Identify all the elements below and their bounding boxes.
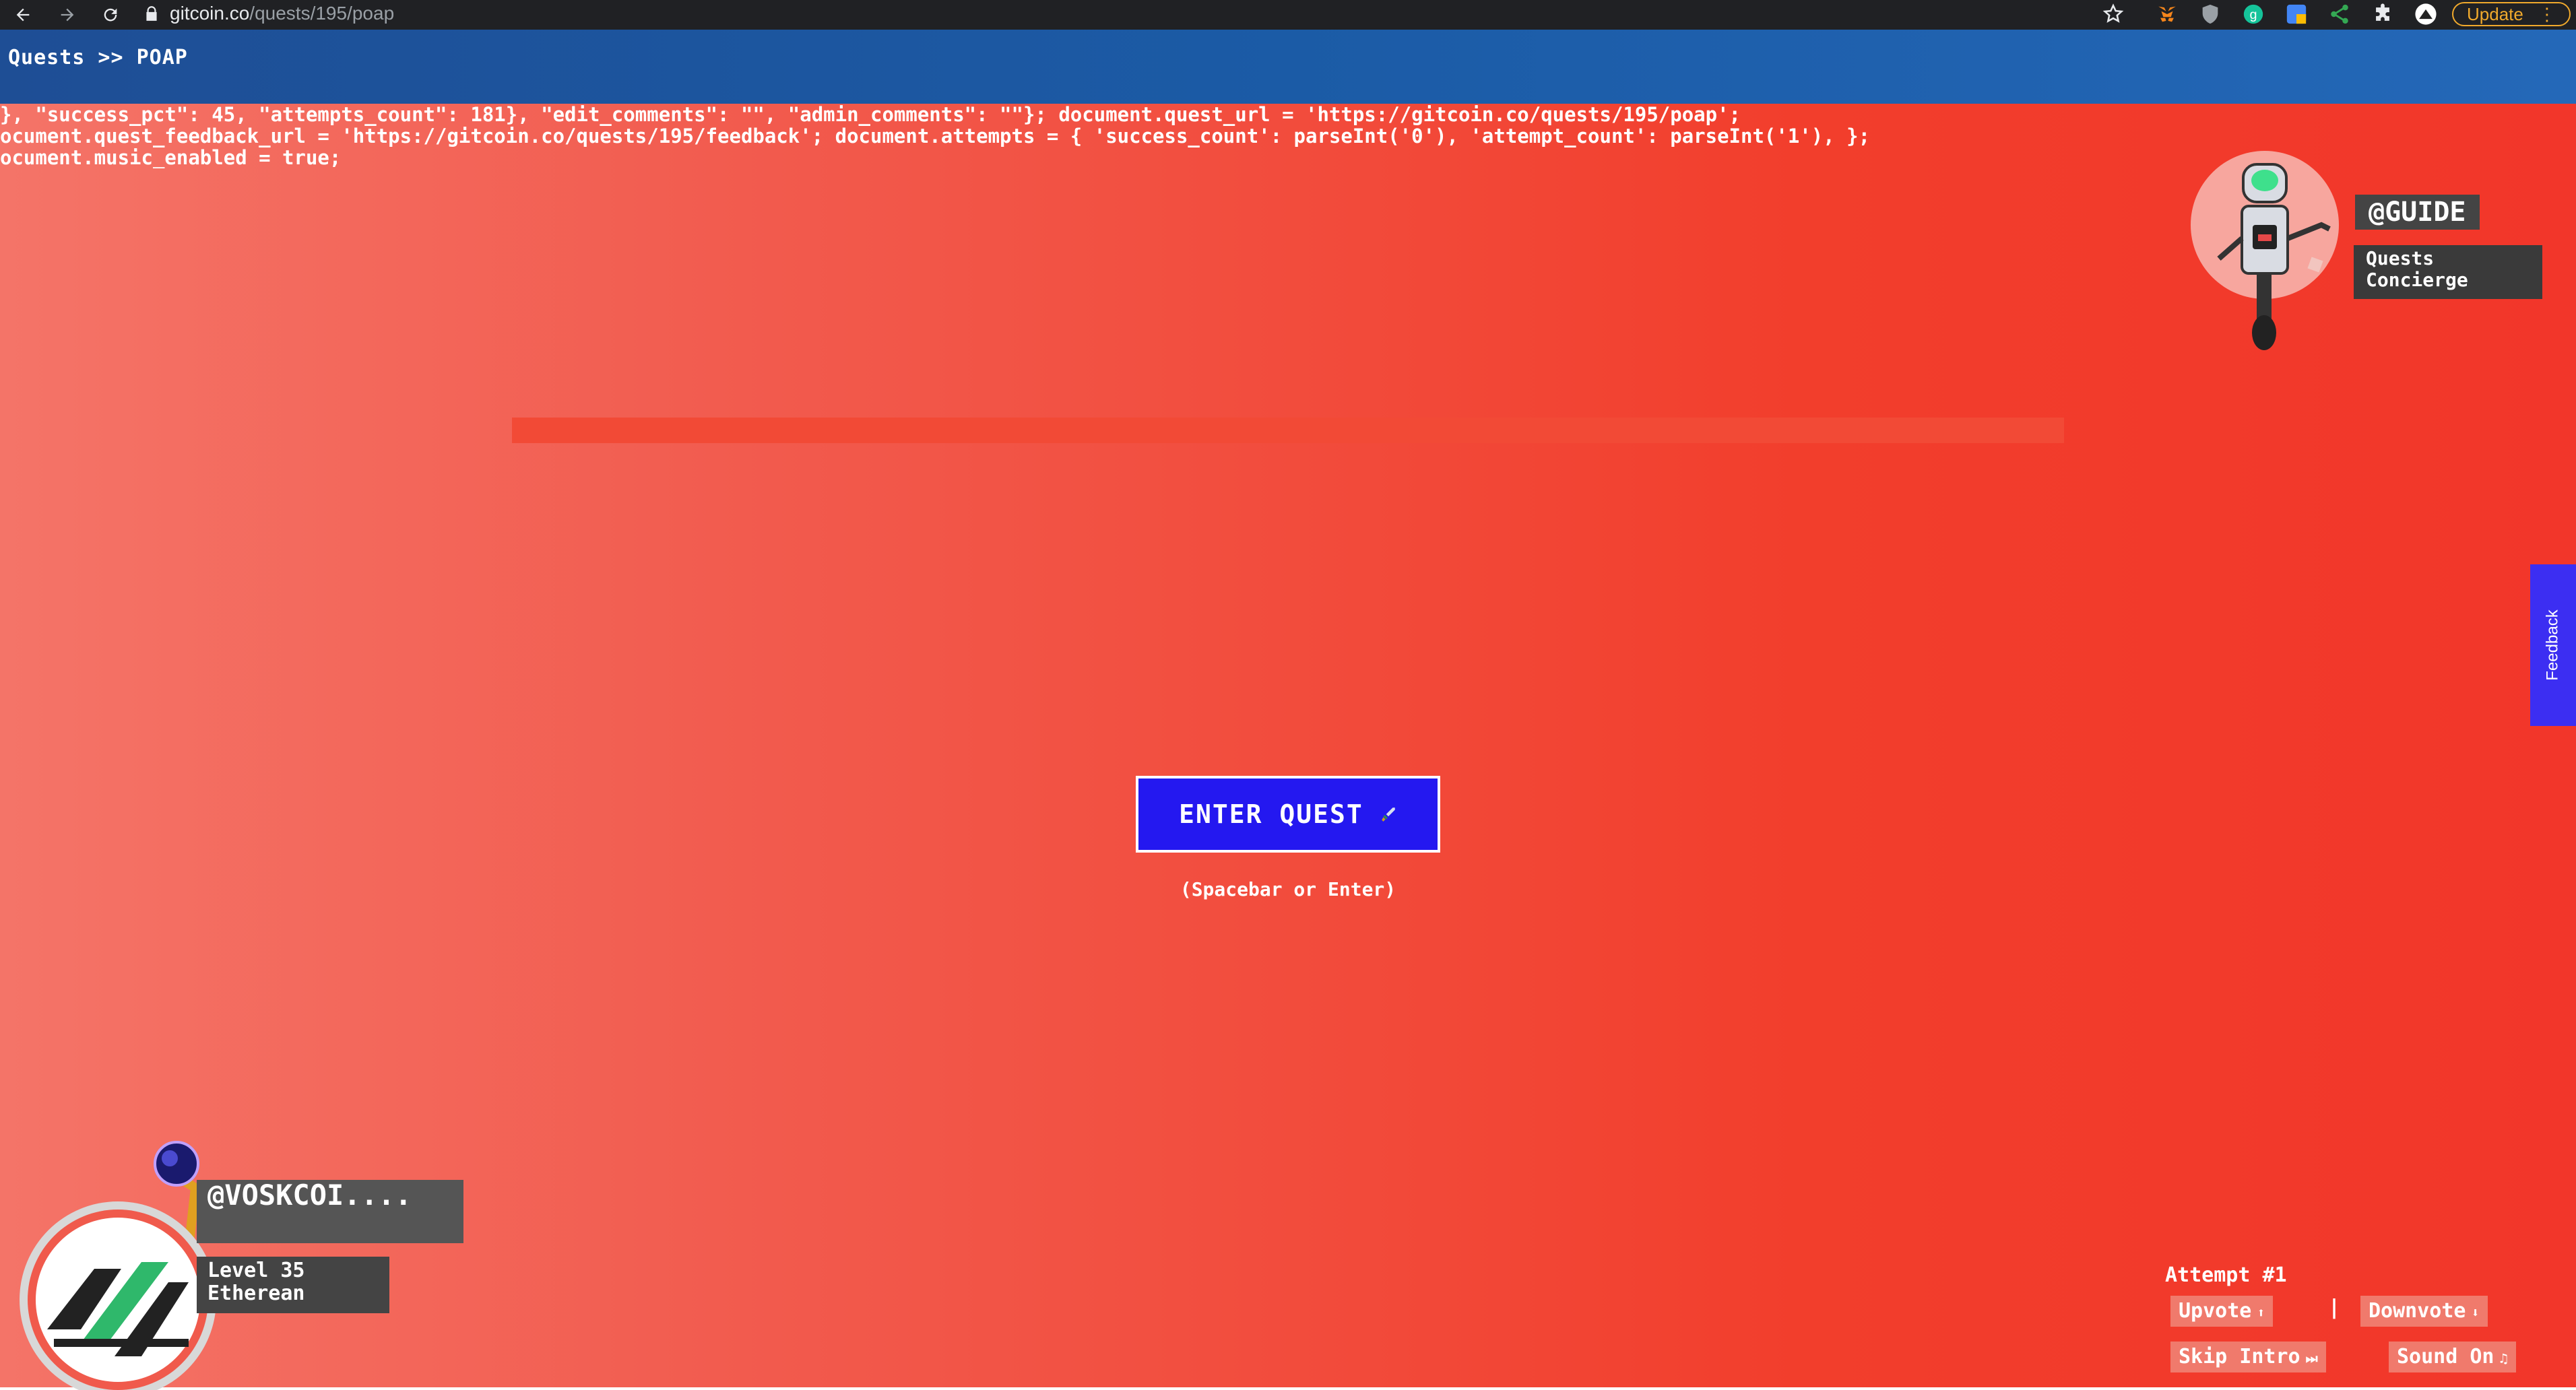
guide-robot-icon xyxy=(2191,151,2339,350)
upvote-label: Upvote xyxy=(2179,1299,2252,1323)
svg-text:g: g xyxy=(2249,7,2257,22)
vote-separator: | xyxy=(2328,1296,2341,1319)
player-level-box: Level 35 Etherean xyxy=(197,1257,389,1313)
attempt-counter: Attempt #1 xyxy=(2165,1263,2287,1287)
enter-quest-hint: (Spacebar or Enter) xyxy=(1180,878,1396,900)
quest-stage: }, "success_pct": 45, "attempts_count": … xyxy=(0,104,2576,1390)
enter-quest-button[interactable]: ENTER QUEST xyxy=(1136,776,1440,853)
arrow-down-icon: ⬇ xyxy=(2471,1304,2480,1321)
progress-bar xyxy=(512,418,2064,443)
back-button[interactable] xyxy=(9,0,36,30)
feedback-tab[interactable]: Feedback xyxy=(2530,564,2576,726)
downvote-button[interactable]: Downvote ⬇ xyxy=(2360,1296,2488,1327)
debug-line: }, "success_pct": 45, "attempts_count": … xyxy=(0,104,1741,126)
feedback-label: Feedback xyxy=(2544,609,2562,681)
shield-extension-icon[interactable] xyxy=(2199,3,2222,26)
bookmark-star-icon[interactable] xyxy=(2102,3,2125,26)
arrow-up-icon: ⬆ xyxy=(2257,1304,2265,1321)
quest-header: Quests >> POAP xyxy=(0,30,2576,104)
arrow-left-icon xyxy=(16,8,30,22)
profile-avatar-icon[interactable] xyxy=(2414,3,2437,26)
translate-extension-icon[interactable] xyxy=(2285,3,2308,26)
sound-label: Sound On xyxy=(2397,1345,2494,1368)
breadcrumb[interactable]: Quests >> POAP xyxy=(8,46,188,69)
player-level: Level 35 xyxy=(207,1259,305,1282)
reload-button[interactable] xyxy=(97,0,124,30)
downvote-label: Downvote xyxy=(2369,1299,2466,1323)
lock-icon xyxy=(146,6,157,21)
skip-intro-label: Skip Intro xyxy=(2179,1345,2300,1368)
skip-icon: ⏭ xyxy=(2305,1350,2318,1366)
skip-intro-button[interactable]: Skip Intro ⏭ xyxy=(2170,1342,2326,1372)
address-bar[interactable]: gitcoin.co/quests/195/poap xyxy=(143,0,2144,27)
reload-icon xyxy=(104,8,117,22)
metamask-extension-icon[interactable] xyxy=(2156,3,2179,26)
player-class: Etherean xyxy=(207,1282,305,1305)
url-path: /quests/195/poap xyxy=(249,3,395,24)
grammarly-extension-icon[interactable]: g xyxy=(2242,3,2265,26)
sound-toggle-button[interactable]: Sound On ♫ xyxy=(2389,1342,2516,1372)
guide-title: Quests Concierge xyxy=(2354,245,2542,299)
enter-quest-label: ENTER QUEST xyxy=(1179,799,1363,829)
debug-line: ocument.quest_feedback_url = 'https://gi… xyxy=(0,125,1871,147)
sword-icon xyxy=(1382,807,1395,822)
browser-toolbar: gitcoin.co/quests/195/poap g Update ⋮ xyxy=(0,0,2576,30)
more-vert-icon: ⋮ xyxy=(2538,3,2556,24)
update-label: Update xyxy=(2467,3,2523,24)
forward-button[interactable] xyxy=(54,0,81,30)
url-host: gitcoin.co xyxy=(170,3,250,24)
share-extension-icon[interactable] xyxy=(2328,3,2351,26)
update-button[interactable]: Update ⋮ xyxy=(2452,2,2571,26)
arrow-right-icon xyxy=(61,8,74,22)
player-name: @VOSKCOI.... xyxy=(197,1180,463,1243)
upvote-button[interactable]: Upvote ⬆ xyxy=(2170,1296,2274,1327)
music-note-icon: ♫ xyxy=(2499,1350,2508,1366)
guide-name: @GUIDE xyxy=(2355,195,2480,230)
puzzle-extensions-icon[interactable] xyxy=(2371,3,2394,26)
